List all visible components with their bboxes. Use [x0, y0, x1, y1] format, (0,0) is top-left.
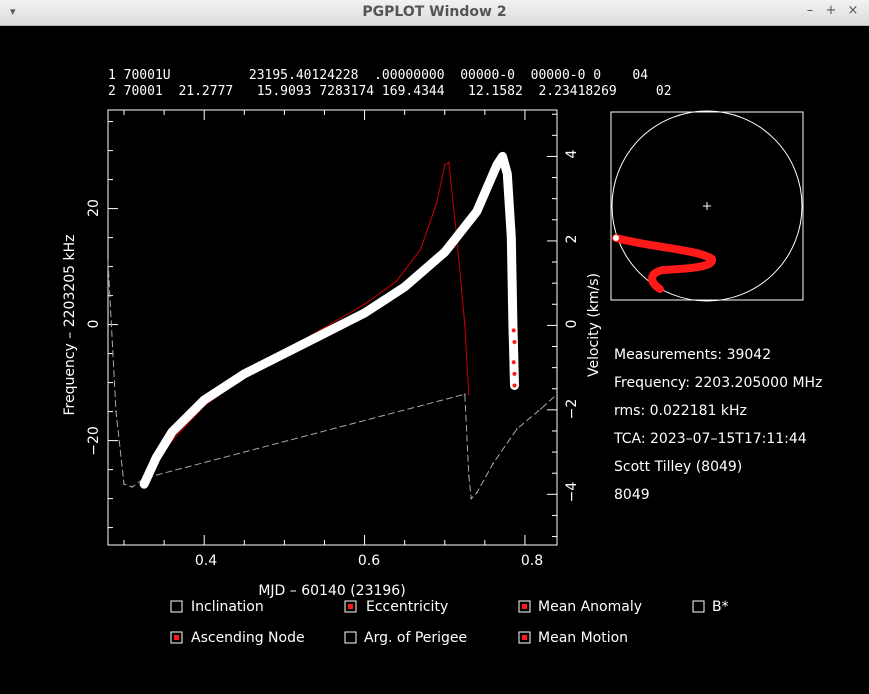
data-point: [464, 393, 466, 396]
outlier-point: [512, 371, 517, 376]
x-tick-label: 0.6: [358, 553, 380, 569]
info-site: 8049: [614, 487, 650, 503]
tle-line-1: 1 70001U 23195.40124228 .00000000 00000-…: [108, 68, 648, 83]
checkbox-bstar[interactable]: B*: [692, 599, 729, 615]
y-tick-label: 0: [86, 320, 102, 329]
checkbox-inclination[interactable]: Inclination: [170, 599, 264, 615]
y2-tick-label: −4: [564, 482, 580, 503]
y-axis-label-right: Velocity (km/s): [586, 273, 602, 377]
outlier-point: [511, 360, 516, 365]
x-tick-label: 0.4: [195, 553, 217, 569]
chart-series: [107, 151, 558, 500]
info-frequency: Frequency: 2203.205000 MHz: [614, 375, 822, 391]
sky-plot: [610, 110, 804, 302]
data-point: [202, 398, 206, 402]
series-measured-doppler: [139, 151, 519, 489]
data-point: [115, 410, 117, 413]
checkbox-label: Arg. of Perigee: [364, 630, 467, 646]
close-icon[interactable]: ×: [845, 3, 861, 18]
data-point: [123, 483, 125, 485]
data-point: [540, 407, 542, 410]
data-point: [443, 250, 447, 254]
data-point: [131, 486, 133, 488]
data-point: [170, 430, 174, 434]
data-point: [476, 492, 478, 494]
checkbox-mean-anomaly[interactable]: Mean Anomaly: [518, 599, 642, 615]
data-point: [323, 331, 326, 335]
data-point: [448, 161, 450, 163]
data-point: [142, 482, 146, 486]
track-start-marker: [613, 235, 619, 241]
data-point: [556, 393, 558, 396]
y-axis-label-left: Frequency – 2203205 kHz: [62, 234, 78, 415]
series-model-fit: [143, 161, 470, 482]
info-tca: TCA: 2023–07–15T17:11:44: [613, 431, 807, 447]
x-axis-label: MJD – 60140 (23196): [258, 583, 405, 599]
data-point: [282, 352, 286, 356]
checkbox-label: Inclination: [191, 599, 264, 615]
data-point: [403, 285, 407, 289]
satellite-track: [612, 234, 716, 293]
checkbox-ascending-node[interactable]: Ascending Node: [170, 630, 305, 646]
checkbox-label: Mean Motion: [538, 630, 628, 646]
data-point: [107, 260, 109, 262]
data-point: [516, 428, 518, 430]
checkbox-label: B*: [712, 599, 729, 615]
data-point: [505, 172, 509, 176]
checkbox-label: Ascending Node: [191, 630, 305, 646]
data-point: [475, 210, 479, 213]
checkbox-eccentricity[interactable]: Eccentricity: [344, 599, 448, 615]
window-title: PGPLOT Window 2: [362, 4, 507, 20]
info-rms: rms: 0.022181 kHz: [614, 403, 747, 419]
y2-tick-label: 2: [564, 235, 580, 244]
data-point: [363, 303, 366, 306]
minimize-icon[interactable]: –: [802, 3, 818, 18]
title-bar: ▾ PGPLOT Window 2 – + ×: [0, 0, 869, 26]
data-point: [444, 164, 446, 166]
y2-tick-label: 4: [564, 149, 580, 158]
y-tick-label: 20: [86, 199, 102, 217]
data-point: [470, 497, 473, 500]
data-point: [363, 311, 367, 315]
tle-line-2: 2 70001 21.2777 15.9093 7283174 169.4344…: [108, 84, 672, 99]
data-point: [419, 248, 422, 250]
checkbox-arg-of-perigee[interactable]: Arg. of Perigee: [344, 630, 467, 646]
data-point: [395, 280, 398, 282]
checkbox-label: Mean Anomaly: [538, 599, 642, 615]
data-point: [464, 323, 466, 326]
data-point: [492, 463, 494, 465]
info-measurements: Measurements: 39042: [614, 347, 771, 363]
checkbox-mean-motion[interactable]: Mean Motion: [518, 630, 628, 646]
y2-tick-label: 0: [564, 320, 580, 329]
pgplot-canvas: 1 70001U 23195.40124228 .00000000 00000-…: [62, 68, 822, 646]
data-point: [468, 393, 470, 396]
series-model-extended: [107, 260, 558, 500]
data-point: [242, 372, 246, 376]
outlier-point: [512, 383, 517, 388]
data-point: [468, 474, 470, 477]
x-tick-label: 0.8: [521, 553, 543, 569]
data-point: [435, 202, 438, 204]
data-point: [509, 236, 513, 240]
outlier-point: [511, 328, 516, 333]
y2-tick-label: −2: [564, 399, 580, 420]
checkbox-label: Eccentricity: [366, 599, 448, 615]
data-point: [501, 154, 504, 158]
data-point: [495, 163, 499, 167]
outlier-point: [512, 340, 517, 344]
data-point: [511, 323, 515, 327]
info-observer: Scott Tilley (8049): [614, 459, 742, 475]
y-tick-label: −20: [86, 426, 102, 456]
maximize-icon[interactable]: +: [823, 3, 839, 18]
data-point: [512, 352, 516, 356]
zenith-cross-icon: [703, 202, 711, 210]
data-point: [154, 456, 158, 460]
